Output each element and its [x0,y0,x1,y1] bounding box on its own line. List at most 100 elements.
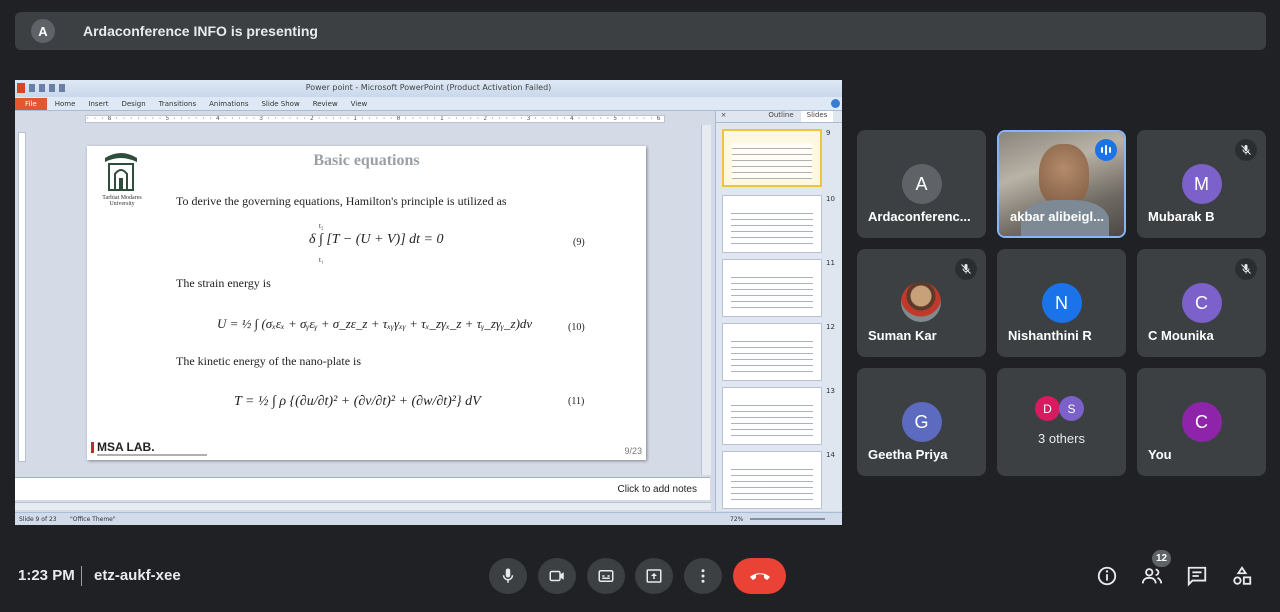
ribbon-tab-design: Design [121,99,146,108]
present-screen-icon [646,569,662,583]
slide-paragraph-3: The kinetic energy of the nano-plate is [176,354,362,368]
activities-icon [1233,566,1252,585]
slide-title: Basic equations [313,152,420,169]
divider [81,566,82,586]
self-tile[interactable]: C You [1137,368,1266,476]
participant-tile[interactable]: N Nishanthini R [997,249,1126,357]
slides-panel-tabs: × Outline Slides [716,111,842,123]
chat-icon [1187,566,1207,587]
clock: 1:23 PM [18,567,75,584]
slide-paragraph-1: To derive the governing equations, Hamil… [176,194,507,208]
participant-avatar: S [1059,396,1084,421]
others-tile[interactable]: D S 3 others [997,368,1126,476]
participant-tile[interactable]: C C Mounika [1137,249,1266,357]
participant-tile[interactable]: Suman Kar [857,249,986,357]
captions-button[interactable] [587,558,625,594]
slide-thumbnail [722,451,822,509]
slide-thumbnail [722,323,822,381]
slide-thumbnail [722,129,822,187]
slide-thumbnail [722,195,822,253]
notes-placeholder: Click to add notes [617,484,698,495]
others-label: 3 others [1038,431,1085,446]
others-avatars: D S [1035,396,1091,422]
slide-thumbnail-number: 14 [826,451,835,459]
presenter-avatar: A [31,19,55,43]
ribbon-tab-insert: Insert [88,99,109,108]
mic-off-icon [1235,139,1257,161]
participant-avatar: A [901,164,942,204]
captions-icon [598,570,614,582]
ribbon-tab-transitions: Transitions [158,99,197,108]
people-button[interactable] [1140,564,1164,588]
help-icon [831,99,840,108]
close-panel-icon: × [720,111,727,119]
camera-icon [549,570,564,582]
equation-9-number: (9) [573,237,585,248]
ppt-window-title: Power point - Microsoft PowerPoint (Prod… [305,83,552,92]
participant-name: Geetha Priya [868,447,948,462]
slide-thumbnail [722,387,822,445]
ppt-titlebar: Power point - Microsoft PowerPoint (Prod… [15,80,842,97]
chat-button[interactable] [1185,564,1209,588]
participant-tile[interactable]: A Ardaconferenc... [857,130,986,238]
university-logo-text: Tarbiat Modares University [102,195,142,207]
participant-avatar: M [1181,164,1222,204]
ppt-ribbon-tabs: File Home Insert Design Transitions Anim… [15,97,842,111]
participant-name: akbar alibeigl... [1010,209,1104,224]
more-options-button[interactable] [684,558,722,594]
slides-tab: Slides [801,111,833,122]
lab-logo: MSA LAB. [91,441,155,453]
zoom-slider [750,518,825,520]
ribbon-tab-animations: Animations [209,99,249,108]
lab-logo-underline [97,454,207,456]
equation-9-upper-limit: t₂ [319,222,324,230]
mic-button[interactable] [489,558,527,594]
equation-10: U = ½ ∫ (σₓεₓ + σᵧεᵧ + σ_zε_z + τₓᵧγₓᵧ +… [217,316,533,331]
vertical-ruler [18,132,26,462]
equation-10-number: (10) [568,322,585,333]
speaking-indicator-icon [1095,139,1117,161]
participant-tile[interactable]: G Geetha Priya [857,368,986,476]
slide-horizontal-scrollbar [15,502,711,510]
equation-11-number: (11) [568,396,585,407]
outline-tab: Outline [768,111,794,119]
slide-thumbnail-number: 9 [826,129,831,137]
ribbon-tab-review: Review [312,99,338,108]
slides-panel: × Outline Slides 9 10 11 12 13 14 [715,111,842,511]
presenting-banner: A Ardaconference INFO is presenting [15,12,1266,50]
participant-name: Mubarak B [1148,209,1215,224]
equation-9-lower-limit: t₁ [319,256,324,264]
participant-name: Nishanthini R [1008,328,1092,343]
notes-pane: Click to add notes [15,477,710,500]
participant-name: C Mounika [1148,328,1214,343]
presenting-text: Ardaconference INFO is presenting [83,23,318,39]
status-slide-count: Slide 9 of 23 [19,516,57,523]
leave-call-button[interactable] [733,558,786,594]
people-icon [1141,568,1163,584]
participant-avatar: C [1181,283,1222,323]
participant-tile[interactable]: akbar alibeigl... [997,130,1126,238]
status-theme: "Office Theme" [70,516,116,523]
ribbon-tab-slideshow: Slide Show [261,99,300,108]
participant-avatar: N [1041,283,1082,323]
current-slide: Tarbiat Modares University Basic equatio… [87,146,646,460]
equation-9: δ ∫ [T − (U + V)] dt = 0 [309,232,444,247]
equation-11: T = ½ ∫ ρ {(∂u/∂t)² + (∂v/∂t)² + (∂w/∂t)… [234,394,481,409]
mic-off-icon [1235,258,1257,280]
ppt-status-bar: Slide 9 of 23 "Office Theme" 72% [15,512,842,525]
participant-tile[interactable]: M Mubarak B [1137,130,1266,238]
ribbon-tab-file: File [15,97,47,110]
slide-thumbnail [722,259,822,317]
camera-button[interactable] [538,558,576,594]
end-call-icon [749,573,770,580]
participant-count-badge: 12 [1152,550,1171,567]
slide-vertical-scrollbar [701,125,711,475]
present-button[interactable] [635,558,673,594]
meeting-details-button[interactable] [1095,564,1119,588]
participant-name: Suman Kar [868,328,937,343]
mic-icon [502,568,514,583]
slide-thumbnail-number: 12 [826,323,835,331]
participant-name: You [1148,447,1172,462]
participant-avatar: G [901,402,942,442]
activities-button[interactable] [1230,564,1254,588]
